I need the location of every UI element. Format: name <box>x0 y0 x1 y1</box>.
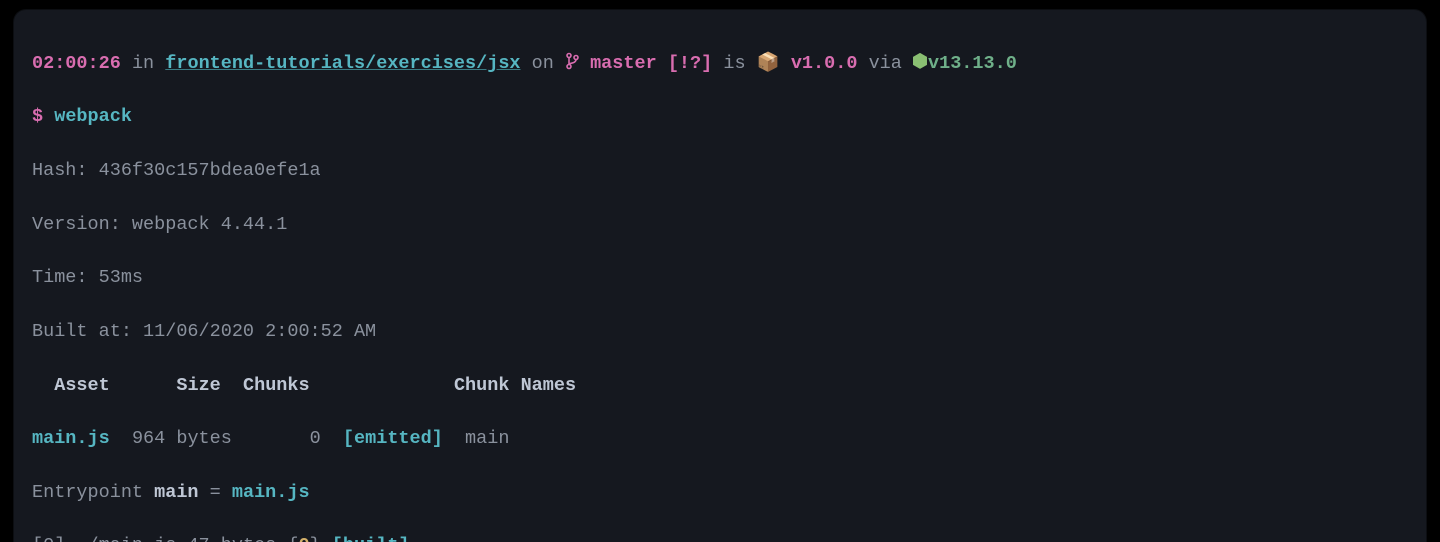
asset-data-row: main.js 964 bytes 0 [emitted] main <box>32 426 1408 453</box>
asset-header-row: Asset Size Chunks Chunk Names <box>32 373 1408 400</box>
module-brace-open: { <box>287 535 298 542</box>
asset-size: 964 bytes <box>132 428 232 449</box>
asset-chunk-id: 0 <box>310 428 321 449</box>
module-status: [built] <box>321 535 410 542</box>
prompt-line: 02:00:26 in frontend-tutorials/exercises… <box>32 51 1408 78</box>
node-version: v13.13.0 <box>928 53 1017 74</box>
hdr-chunk-names: Chunk Names <box>454 375 576 396</box>
module-prefix: [0] <box>32 535 76 542</box>
command-text: webpack <box>54 106 132 127</box>
prompt-in: in <box>132 53 154 74</box>
built-at-line: Built at: 11/06/2020 2:00:52 AM <box>32 319 1408 346</box>
package-icon: 📦 <box>757 53 780 74</box>
entry-name: main <box>154 482 198 503</box>
hdr-size: Size <box>176 375 220 396</box>
package-version: v1.0.0 <box>791 53 858 74</box>
entry-eq: = <box>199 482 232 503</box>
hdr-asset: Asset <box>54 375 110 396</box>
entrypoint-line: Entrypoint main = main.js <box>32 480 1408 507</box>
module-size: 47 bytes <box>187 535 287 542</box>
terminal-window[interactable]: 02:00:26 in frontend-tutorials/exercises… <box>14 10 1426 542</box>
module-line: [0] ./main.js 47 bytes {0} [built] <box>32 533 1408 542</box>
command-line: $ webpack <box>32 104 1408 131</box>
prompt-time: 02:00:26 <box>32 53 121 74</box>
hdr-chunks: Chunks <box>243 375 310 396</box>
module-chunk-id: 0 <box>298 535 309 542</box>
version-line: Version: webpack 4.44.1 <box>32 212 1408 239</box>
entry-file: main.js <box>232 482 310 503</box>
prompt-on: on <box>532 53 554 74</box>
asset-name: main.js <box>32 428 110 449</box>
asset-chunk-name: main <box>465 428 509 449</box>
prompt-is: is <box>723 53 745 74</box>
entry-prefix: Entrypoint <box>32 482 154 503</box>
prompt-via: via <box>869 53 902 74</box>
time-line: Time: 53ms <box>32 265 1408 292</box>
module-path: ./main.js <box>76 535 187 542</box>
git-branch-icon <box>565 52 579 70</box>
module-brace-close: } <box>310 535 321 542</box>
hash-line: Hash: 436f30c157bdea0efe1a <box>32 158 1408 185</box>
git-dirty-flag: [!?] <box>668 53 712 74</box>
asset-status: [emitted] <box>343 428 443 449</box>
node-hex-icon <box>913 53 927 69</box>
git-branch-name: master <box>590 53 657 74</box>
prompt-path: frontend-tutorials/exercises/jsx <box>165 53 520 74</box>
prompt-sigil: $ <box>32 106 43 127</box>
